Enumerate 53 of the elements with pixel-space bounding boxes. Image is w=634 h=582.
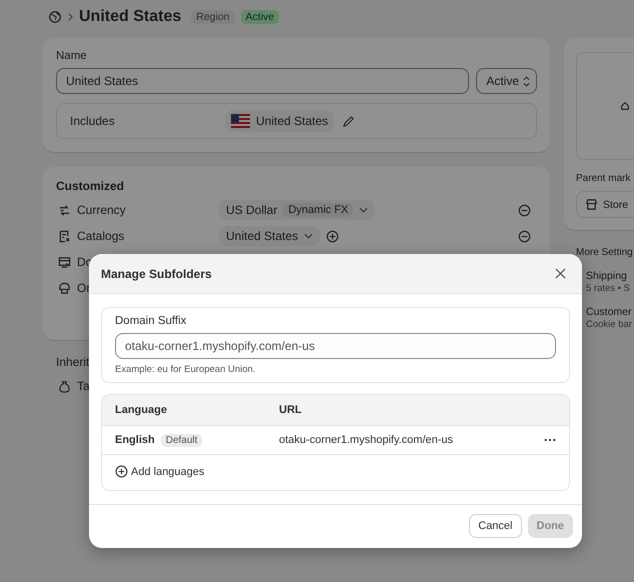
sort-icon	[523, 76, 530, 86]
setting-dropdown[interactable]: US Dollar Dynamic FX	[219, 200, 376, 220]
column-header: Language	[115, 404, 168, 416]
language-name: English	[115, 434, 155, 446]
section-title: More Setting	[575, 247, 634, 258]
page-title: United States	[79, 8, 182, 26]
setting-link[interactable]: Shipping	[586, 270, 634, 282]
parent-market-label: Parent mark	[576, 173, 632, 184]
url-cell-text: otaku-corner1.myshopify.com/en-us	[279, 434, 454, 446]
domain-field[interactable]: otaku-corner1.myshopify.com/en-us	[115, 333, 556, 359]
setting-summary: Cookie bar	[586, 319, 633, 330]
setting-label: Or	[77, 281, 92, 295]
section-title: Inherit	[56, 355, 90, 369]
catalog-icon	[58, 230, 71, 242]
status-select[interactable]: Active	[476, 68, 537, 94]
shop-icon	[585, 198, 598, 211]
add-languages-button[interactable]: Add languages	[115, 465, 204, 478]
add-icon[interactable]	[326, 230, 340, 242]
setting-label: Catalogs	[77, 229, 126, 243]
name-field[interactable]: United States	[56, 68, 470, 94]
add-icon	[115, 465, 128, 478]
caret-icon	[304, 233, 314, 239]
field-label: Domain Suffix	[115, 315, 188, 327]
cancel-button[interactable]: Cancel	[469, 514, 522, 538]
caret-icon	[359, 207, 368, 213]
setting-label: Ta	[77, 379, 91, 393]
setting-label: Currency	[77, 203, 127, 217]
money-bag-icon	[58, 380, 71, 392]
exchange-icon	[58, 204, 71, 216]
setting-link[interactable]: Customer	[586, 306, 634, 318]
setting-dropdown[interactable]: United States	[219, 226, 320, 246]
section-title: Customized	[56, 179, 126, 193]
help-text: Example: eu for European Union.	[115, 364, 256, 375]
pencil-icon[interactable]	[342, 114, 356, 128]
more-icon[interactable]	[544, 438, 556, 442]
dialog-title: Manage Subfolders	[101, 266, 212, 280]
chevron-icon	[68, 13, 73, 21]
globe-icon[interactable]	[48, 10, 62, 24]
remove-icon[interactable]	[518, 204, 531, 216]
default-badge: Default	[160, 434, 202, 446]
column-header: URL	[279, 404, 303, 416]
remove-icon[interactable]	[518, 230, 531, 242]
country-chip[interactable]: United States	[225, 110, 334, 132]
store-button[interactable]: Store	[576, 191, 634, 218]
status-badge: Region	[191, 10, 235, 24]
includes-label: Includes	[70, 114, 116, 128]
house-icon	[620, 101, 630, 111]
status-badge: Active	[240, 10, 280, 24]
flag-icon	[231, 114, 250, 128]
setting-summary: 5 rates • S	[586, 283, 631, 294]
close-icon[interactable]	[555, 268, 566, 279]
domain-icon	[58, 256, 71, 268]
field-label: Name	[56, 50, 88, 62]
